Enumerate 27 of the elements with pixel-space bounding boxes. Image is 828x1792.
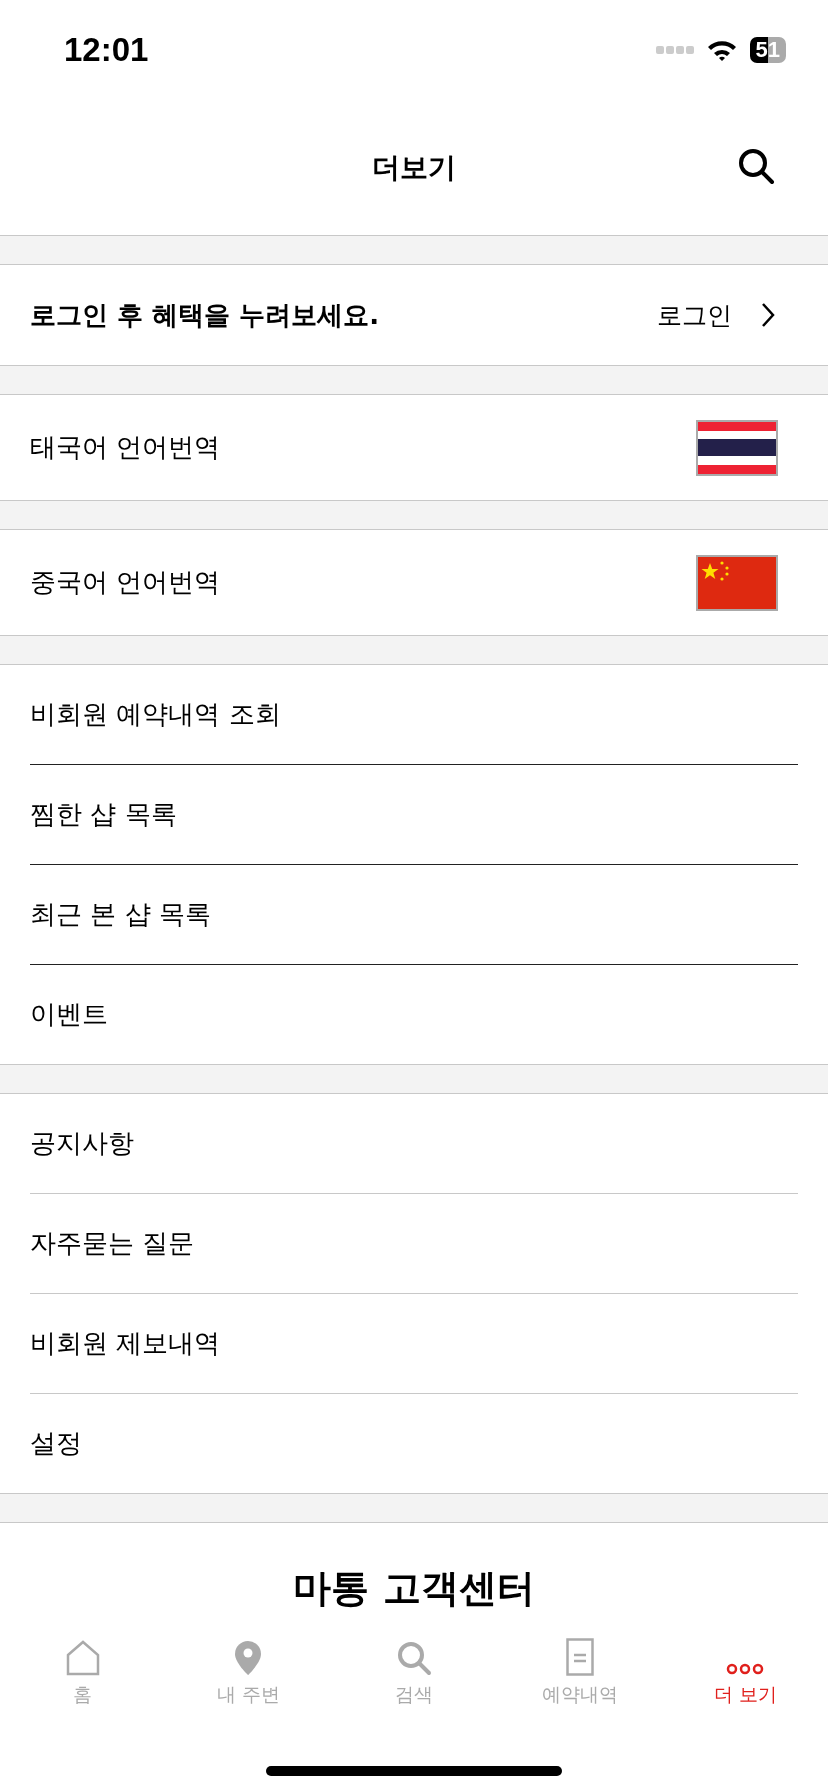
map-pin-icon [234,1640,263,1676]
search-icon[interactable] [736,146,776,186]
more-icon [726,1662,765,1676]
page-title: 더보기 [372,149,456,186]
document-icon [565,1638,594,1676]
translation-label: 중국어 언어번역 [30,566,221,599]
search-icon [396,1640,432,1676]
flag-icon [696,554,778,611]
flag-icon [696,419,778,476]
login-message: 로그인 후 혜택을 누려보세요. [30,298,381,332]
status-time: 12:01 [64,31,149,69]
login-link[interactable]: 로그인 [657,298,732,332]
menu-item[interactable]: 이벤트 [30,965,798,1064]
menu-item[interactable]: 비회원 예약내역 조회 [30,665,798,765]
menu-item[interactable]: 공지사항 [30,1094,798,1194]
footer-title: 마통 고객센터 [293,1565,535,1612]
menu-item[interactable]: 최근 본 샵 목록 [30,865,798,965]
menu-item[interactable]: 설정 [30,1394,798,1493]
tab-item[interactable]: 더 보기 [662,1636,828,1708]
translation-label: 태국어 언어번역 [30,431,221,464]
menu-item[interactable]: 찜한 샵 목록 [30,765,798,865]
home-icon [65,1640,100,1676]
signal-icon [655,46,694,54]
menu-item[interactable]: 자주묻는 질문 [30,1194,798,1294]
chevron-right-icon [760,301,776,329]
menu-item[interactable]: 비회원 제보내역 [30,1294,798,1394]
battery-indicator: 51 [749,37,786,63]
